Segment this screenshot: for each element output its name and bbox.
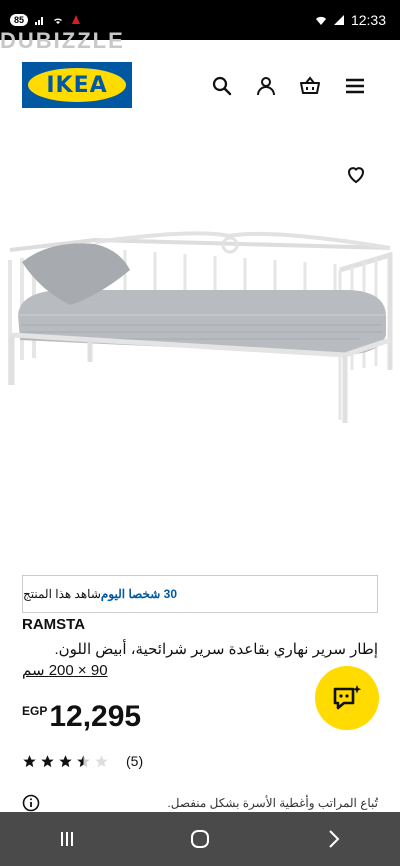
- viewers-text: شاهد هذا المنتج: [23, 587, 101, 601]
- watermark: DUBIZZLE: [0, 30, 125, 52]
- notification-badge: 85: [10, 14, 29, 26]
- star-icon: [59, 754, 72, 767]
- home-icon[interactable]: [188, 827, 212, 851]
- star-icon: [41, 754, 54, 767]
- viewers-banner: 30 شخصا اليوم شاهد هذا المنتج: [22, 575, 378, 613]
- recent-apps-icon[interactable]: [55, 827, 79, 851]
- currency-label: EGP: [22, 704, 48, 718]
- product-price: EGP 12,295: [22, 700, 141, 734]
- system-nav-bar: [0, 812, 400, 866]
- info-icon[interactable]: [22, 794, 40, 812]
- wifi-calling-icon: [315, 16, 326, 25]
- app-notification-icon: [72, 15, 81, 24]
- logo-text: IKEA: [46, 72, 108, 98]
- search-icon[interactable]: [210, 74, 234, 98]
- empty-star-icon: [95, 754, 108, 767]
- chat-sparkle-icon: [333, 685, 362, 710]
- viewers-count: 30 شخصا اليوم: [100, 587, 178, 601]
- signal-icon: [35, 17, 44, 25]
- status-left: 85: [10, 14, 82, 26]
- clock: 12:33: [350, 12, 386, 28]
- product-image[interactable]: [0, 140, 400, 560]
- logo-oval: IKEA: [28, 68, 126, 102]
- product-description: إطار سرير نهاري بقاعدة سرير شرائحية، أبي…: [54, 641, 378, 658]
- cart-icon[interactable]: [298, 74, 322, 98]
- profile-icon[interactable]: [254, 74, 278, 98]
- product-rating[interactable]: (5): [22, 753, 143, 769]
- favorite-heart-icon[interactable]: [344, 162, 368, 186]
- sold-separately-note: تُباع المراتب وأغطية الأسرة بشكل منفصل.: [22, 794, 378, 812]
- signal-strength-icon: [333, 15, 344, 25]
- product-size[interactable]: 90 × 200 سم: [22, 661, 108, 679]
- ikea-logo[interactable]: IKEA: [22, 62, 132, 108]
- chat-button[interactable]: [315, 666, 379, 730]
- back-icon[interactable]: [321, 827, 345, 851]
- menu-icon[interactable]: [343, 74, 367, 98]
- site-header: IKEA: [0, 56, 400, 114]
- note-text: تُباع المراتب وأغطية الأسرة بشكل منفصل.: [167, 796, 378, 810]
- half-star-icon: [77, 754, 90, 767]
- price-amount: 12,295: [49, 700, 142, 733]
- wifi-icon: [54, 18, 63, 24]
- product-name: RAMSTA: [22, 616, 86, 633]
- star-icon: [23, 754, 36, 767]
- status-right: 12:33: [315, 12, 386, 28]
- rating-count: (5): [126, 753, 144, 769]
